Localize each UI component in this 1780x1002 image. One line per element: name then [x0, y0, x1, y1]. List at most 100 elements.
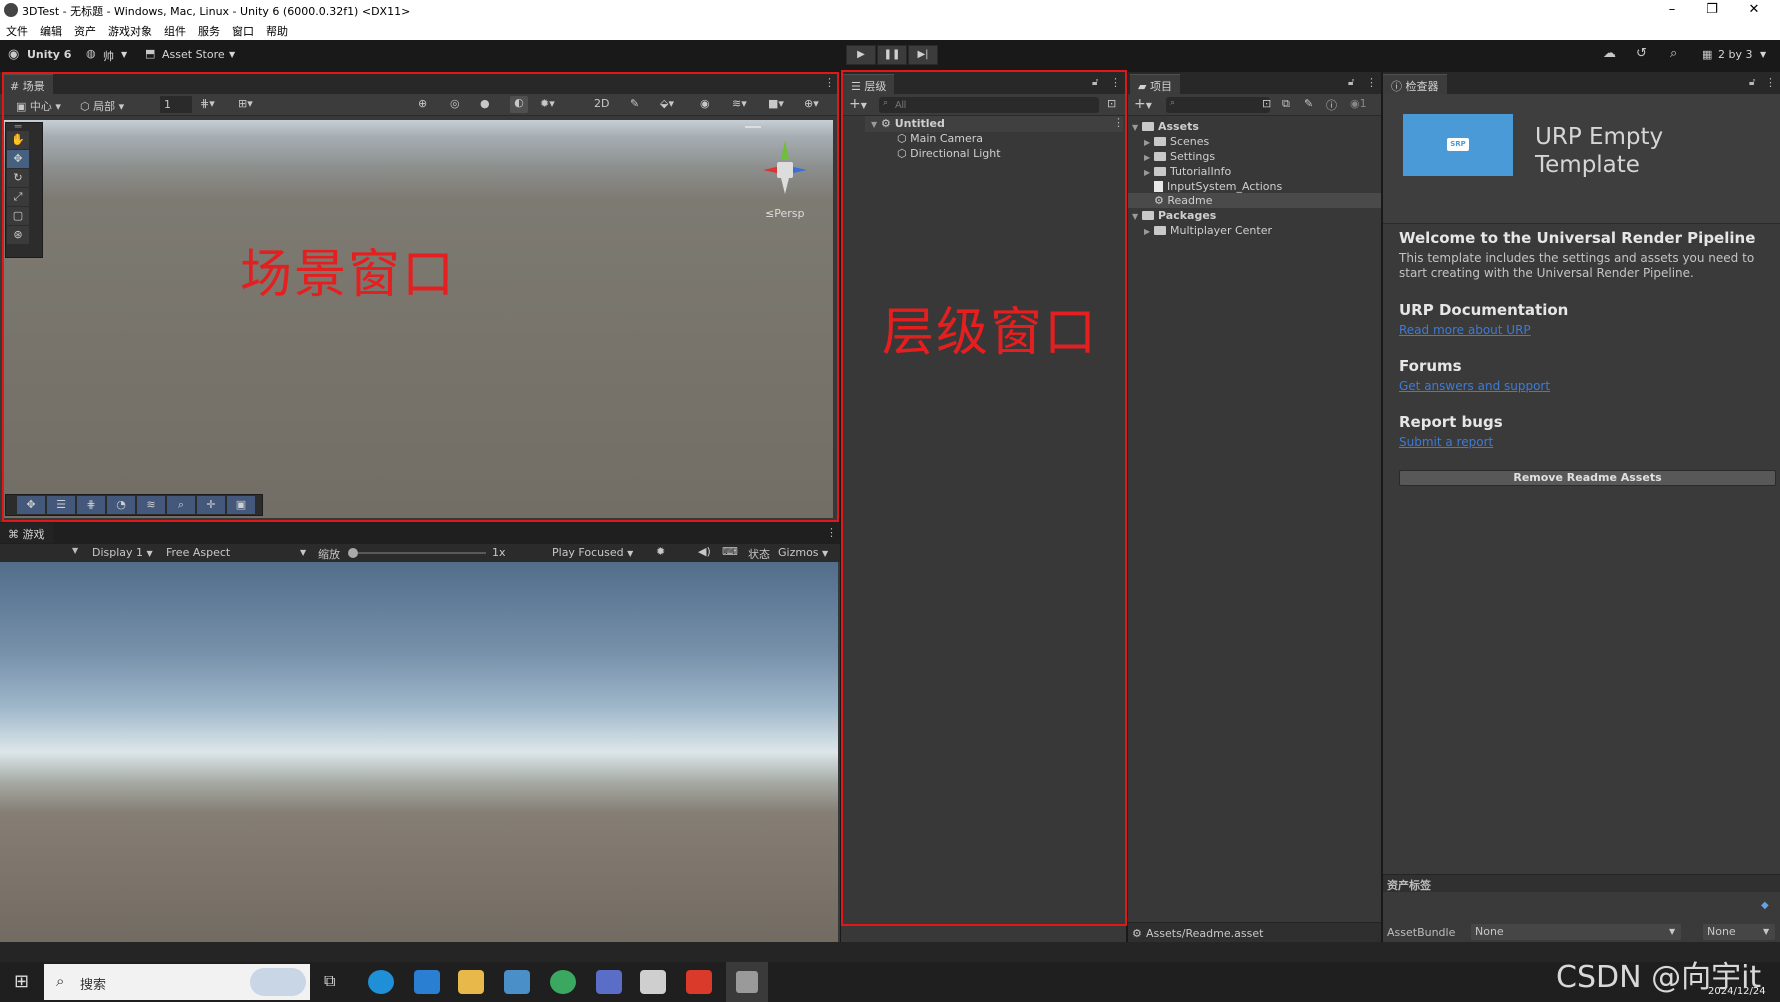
remote-desktop-icon[interactable] — [504, 970, 530, 994]
pause-button[interactable]: ❚❚ — [877, 45, 907, 65]
menu-help[interactable]: 帮助 — [260, 21, 294, 40]
view-tool-icon[interactable]: ✥ — [17, 496, 45, 514]
list-item[interactable]: InputSystem_Actions — [1154, 180, 1282, 193]
expand-arrow-icon[interactable]: ▶ — [1144, 227, 1154, 236]
filter-type-icon[interactable]: ⧉ — [1282, 97, 1290, 111]
gizmos-dropdown[interactable]: Gizmos ▼ — [778, 546, 828, 559]
lighting-toggle-icon[interactable]: ✎ — [630, 97, 639, 110]
expand-arrow-icon[interactable]: ▶ — [1144, 138, 1154, 147]
lit-icon[interactable]: ◐ — [510, 96, 528, 113]
pivot-toggle[interactable]: ▣ 中心 ▾ — [16, 98, 61, 114]
move-tool-icon[interactable]: ✥ — [7, 150, 29, 168]
windows-start-icon[interactable]: ⊞ — [14, 971, 29, 992]
menu-services[interactable]: 服务 — [192, 21, 226, 40]
stats-button[interactable]: 状态 — [748, 546, 770, 562]
unity-editor-taskbar-button[interactable] — [726, 962, 768, 1002]
tab-game[interactable]: ⌘ 游戏 — [0, 523, 53, 543]
menu-file[interactable]: 文件 — [0, 21, 34, 40]
lock-icon[interactable]: 🔓︎ — [1348, 77, 1354, 88]
create-asset-button[interactable]: +▼ — [1134, 96, 1152, 112]
audio-toggle-icon[interactable]: ⬙▾ — [660, 97, 674, 110]
assets-folder[interactable]: ▼ Assets — [1132, 120, 1199, 133]
transform-tool-icon[interactable]: ⊛ — [7, 226, 29, 244]
more-options-icon[interactable]: ⋮ — [1110, 76, 1121, 89]
maximize-button[interactable]: ❐ — [1692, 0, 1732, 21]
orbit-icon[interactable]: ◔ — [107, 496, 135, 514]
menu-edit[interactable]: 编辑 — [34, 21, 68, 40]
scale-tool-icon[interactable]: ⤢ — [7, 188, 29, 206]
align-icon[interactable]: ☰ — [47, 496, 75, 514]
hidden-count[interactable]: ◉1 — [1350, 97, 1367, 110]
packages-folder[interactable]: ▼ Packages — [1132, 209, 1216, 222]
2d-toggle-icon[interactable]: 2D — [594, 97, 609, 110]
unity-version-label[interactable]: Unity 6 — [27, 48, 71, 61]
app-icon[interactable] — [596, 970, 622, 994]
persp-label[interactable]: ≤Persp — [765, 207, 804, 220]
doc-link[interactable]: Read more about URP — [1399, 323, 1531, 337]
menu-window[interactable]: 窗口 — [226, 21, 260, 40]
layout-dropdown[interactable]: 2 by 3 — [1718, 48, 1752, 61]
scene-viewport[interactable] — [3, 120, 833, 518]
rect-tool-icon[interactable]: ▢ — [7, 207, 29, 225]
list-item[interactable]: ⚙ Readme — [1154, 194, 1213, 207]
asset-store-button[interactable]: Asset Store — [162, 48, 225, 61]
hierarchy-search-input[interactable] — [895, 97, 1095, 113]
search-icon[interactable]: ⌕ — [1670, 46, 1677, 61]
gizmo-menu-icon[interactable] — [745, 126, 761, 128]
visibility-icon[interactable]: ◉ — [700, 97, 710, 110]
variant-dropdown[interactable]: None ▼ — [1703, 924, 1775, 940]
add-object-button[interactable]: +▼ — [849, 96, 867, 112]
draw-mode-icon[interactable]: ⊕ — [418, 97, 427, 110]
aspect-dropdown[interactable]: Free Aspect — [166, 546, 230, 559]
assetbundle-dropdown[interactable]: None ▼ — [1471, 924, 1681, 940]
more-options-icon[interactable]: ⋮ — [1765, 76, 1776, 89]
bug-icon[interactable]: ✹ — [656, 545, 665, 558]
expand-arrow-icon[interactable]: ▼ — [871, 120, 881, 129]
remove-readme-button[interactable]: Remove Readme Assets — [1399, 470, 1776, 486]
edge-browser-icon[interactable] — [368, 970, 394, 994]
search-scope-icon[interactable]: ⊡ — [1262, 97, 1271, 110]
list-item[interactable]: ⬡ Main Camera — [897, 132, 983, 145]
lock-icon[interactable]: 🔓︎ — [1092, 77, 1098, 88]
file-explorer-icon[interactable] — [458, 970, 484, 994]
list-item[interactable]: ▶ TutorialInfo — [1144, 165, 1231, 178]
search-options-icon[interactable]: ⊡ — [1107, 97, 1116, 110]
shaded-icon[interactable]: ● — [480, 97, 490, 110]
scene-orientation-gizmo[interactable] — [755, 140, 815, 200]
rotate-tool-icon[interactable]: ↻ — [7, 169, 29, 187]
keyboard-icon[interactable]: ⌨ — [722, 545, 738, 558]
tab-project[interactable]: ▰ 项目 — [1130, 74, 1180, 94]
more-options-icon[interactable]: ⋮ — [1113, 116, 1124, 129]
frame-icon[interactable]: ▣ — [227, 496, 255, 514]
more-options-icon[interactable]: ⋮ — [1366, 76, 1377, 89]
camera-icon[interactable]: ■▾ — [768, 97, 784, 110]
expand-arrow-icon[interactable]: ▶ — [1144, 168, 1154, 177]
filter-label-icon[interactable]: ✎ — [1304, 97, 1313, 110]
more-options-icon[interactable]: ⋮ — [824, 76, 835, 89]
list-item[interactable]: ▶ Settings — [1144, 150, 1215, 163]
menu-gameobject[interactable]: 游戏对象 — [102, 21, 158, 40]
expand-arrow-icon[interactable]: ▼ — [1132, 212, 1142, 221]
display-dropdown[interactable]: Display 1 ▼ — [92, 546, 153, 559]
drag-handle-icon[interactable]: ═ — [7, 121, 29, 132]
pan-icon[interactable]: ✛ — [197, 496, 225, 514]
list-item[interactable]: ⬡ Directional Light — [897, 147, 1001, 160]
expand-arrow-icon[interactable]: ▼ — [1132, 123, 1142, 132]
space-toggle[interactable]: ⬡ 局部 ▾ — [80, 98, 124, 114]
scale-slider-track[interactable] — [358, 552, 486, 554]
vscode-icon[interactable] — [414, 970, 440, 994]
expand-arrow-icon[interactable]: ▶ — [1144, 153, 1154, 162]
layers-icon[interactable]: ≋▾ — [732, 97, 747, 110]
unity-hub-icon[interactable] — [640, 970, 666, 994]
project-search[interactable]: ⌕ — [1166, 97, 1270, 113]
zoom-icon[interactable]: ⌕ — [167, 496, 195, 514]
lock-icon[interactable]: 🔓︎ — [1749, 77, 1755, 88]
bugs-link[interactable]: Submit a report — [1399, 435, 1493, 449]
menu-component[interactable]: 组件 — [158, 21, 192, 40]
grid-snap-icon[interactable]: ⋕▾ — [200, 97, 215, 110]
hand-tool-icon[interactable]: ✋ — [7, 131, 29, 149]
taskbar-search-box[interactable]: ⌕ 搜索 — [44, 964, 310, 1000]
grid-tool-icon[interactable]: ⋕ — [77, 496, 105, 514]
minimize-button[interactable]: – — [1652, 0, 1692, 21]
info-icon[interactable]: ⓘ — [1326, 97, 1337, 113]
